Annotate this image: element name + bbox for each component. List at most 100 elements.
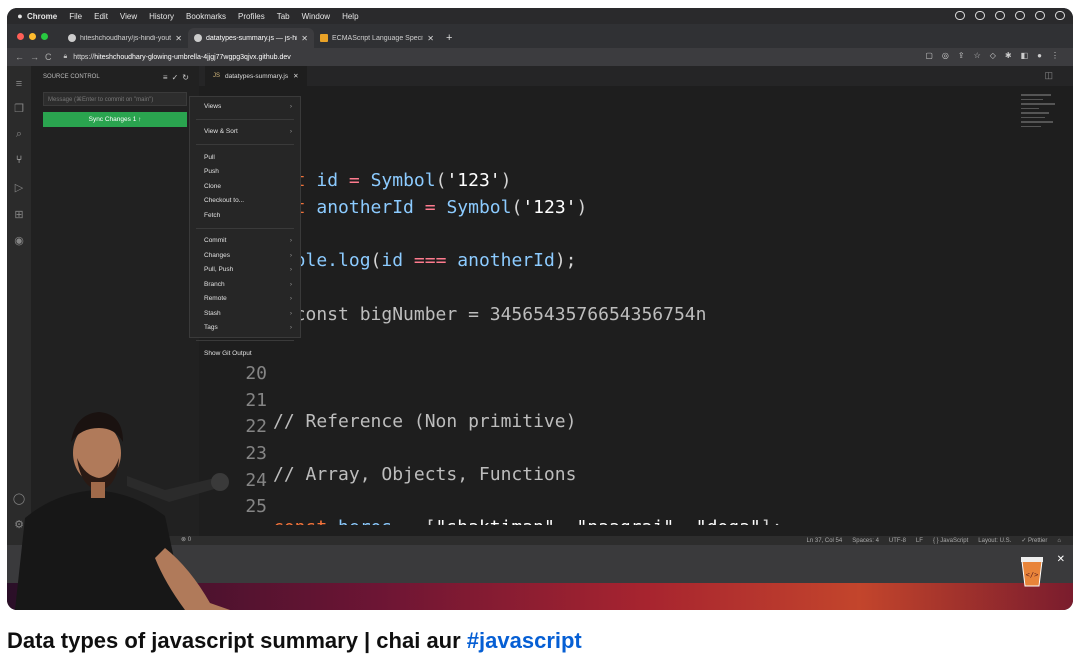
menu-item-pull-push[interactable]: Pull, Push › (190, 263, 300, 278)
url-field[interactable]: https://hiteshchoudhary-glowing-umbrella… (73, 54, 291, 61)
menu-item-push[interactable]: Push (190, 165, 300, 180)
zoom-window-icon[interactable] (41, 33, 48, 40)
menu-window[interactable]: Window (302, 12, 330, 21)
sync-changes-button[interactable]: Sync Changes 1 ↑ (43, 112, 187, 127)
code-editor[interactable]: nst id = Symbol('123') nst anotherId = S… (199, 86, 1073, 525)
search-icon[interactable]: ⌕ (12, 128, 26, 142)
menu-chrome[interactable]: Chrome (27, 12, 57, 21)
tab-label: datatypes-summary.js — js-hin (206, 34, 298, 42)
status-icon[interactable] (975, 11, 985, 20)
run-debug-icon[interactable]: ▷ (12, 181, 26, 195)
profile-avatar[interactable]: ● (1037, 51, 1042, 60)
menu-label: Remote (204, 295, 227, 303)
indentation[interactable]: Spaces: 4 (852, 538, 879, 544)
language-mode[interactable]: { } JavaScript (933, 538, 968, 544)
bookmark-star-icon[interactable]: ☆ (974, 51, 981, 60)
menu-label: Tags (204, 324, 218, 332)
browser-tab[interactable]: hiteshchoudhary/js-hindi-yout ✕ (62, 28, 188, 48)
puzzle-icon[interactable]: ✱ (1005, 51, 1012, 60)
line-ending[interactable]: LF (916, 538, 923, 544)
notifications-icon[interactable]: ⌂ (1057, 538, 1061, 544)
cursor-position[interactable]: Ln 37, Col 54 (807, 538, 843, 544)
navigation-buttons[interactable]: ←→C (15, 52, 58, 62)
code-text: // Array, Objects, Functions (273, 464, 577, 485)
extension-icon[interactable]: ▢ (925, 51, 933, 60)
chai-cup-logo: </> (1021, 557, 1043, 587)
menu-icon[interactable]: ≡ (12, 78, 26, 92)
extensions-icon[interactable]: ⊞ (12, 208, 26, 222)
video-frame[interactable]: ● Chrome File Edit View History Bookmark… (7, 8, 1073, 610)
video-title-text: Data types of javascript summary | chai … (7, 628, 467, 653)
status-icon[interactable] (955, 11, 965, 20)
menu-help[interactable]: Help (342, 12, 358, 21)
menu-item-changes[interactable]: Changes › (190, 248, 300, 263)
prettier-status[interactable]: ✓ Prettier (1021, 537, 1047, 544)
menu-item-show-git-output[interactable]: Show Git Output (190, 346, 300, 361)
minimize-window-icon[interactable] (29, 33, 36, 40)
close-icon[interactable]: ✕ (1057, 554, 1065, 565)
javascript-file-icon: JS (213, 73, 221, 79)
share-icon[interactable]: ⇪ (958, 51, 965, 60)
chevron-right-icon: › (289, 251, 292, 259)
close-icon[interactable]: ✕ (293, 72, 298, 80)
chevron-right-icon: › (289, 280, 292, 288)
editor-tab[interactable]: JS datatypes-summary.js ✕ (205, 66, 307, 86)
menu-item-remote[interactable]: Remote › (190, 292, 300, 307)
hashtag-link[interactable]: #javascript (467, 628, 582, 653)
menu-file[interactable]: File (69, 12, 82, 21)
menu-item-views[interactable]: Views › (190, 99, 300, 114)
browser-tab-active[interactable]: datatypes-summary.js — js-hin ✕ (188, 28, 314, 48)
chevron-right-icon: › (289, 309, 292, 317)
more-icon[interactable]: ⋮ (1051, 51, 1059, 60)
extension-icon[interactable]: ◎ (942, 51, 949, 60)
window-controls (17, 33, 48, 40)
menu-item-checkout[interactable]: Checkout to... (190, 194, 300, 209)
commit-message-input[interactable]: Message (⌘Enter to commit on "main") (43, 92, 187, 106)
keyboard-layout[interactable]: Layout: U.S. (978, 538, 1011, 544)
menu-item-tags[interactable]: Tags › (190, 321, 300, 336)
github-icon[interactable]: ◉ (12, 234, 26, 248)
battery-icon[interactable] (1035, 11, 1045, 20)
encoding[interactable]: UTF-8 (889, 538, 906, 544)
split-editor-icon[interactable]: ◫ (1044, 70, 1053, 81)
menu-bookmarks[interactable]: Bookmarks (186, 12, 226, 21)
menu-profiles[interactable]: Profiles (238, 12, 265, 21)
close-window-icon[interactable] (17, 33, 24, 40)
menu-item-clone[interactable]: Clone (190, 179, 300, 194)
minimap[interactable] (1021, 94, 1061, 154)
menu-item-branch[interactable]: Branch › (190, 277, 300, 292)
close-tab-icon[interactable]: ✕ (175, 34, 182, 43)
editor-tab-bar: JS datatypes-summary.js ✕ ◫ (199, 66, 1073, 86)
source-control-icon[interactable]: ⑂ (12, 154, 26, 168)
chevron-right-icon: › (289, 128, 292, 136)
explorer-icon[interactable]: ❐ (12, 102, 26, 116)
menu-item-fetch[interactable]: Fetch (190, 208, 300, 223)
close-tab-icon[interactable]: ✕ (301, 34, 308, 43)
browser-tab[interactable]: ECMAScript Language Specific ✕ (314, 28, 440, 48)
menu-edit[interactable]: Edit (94, 12, 108, 21)
menu-history[interactable]: History (149, 12, 174, 21)
new-tab-button[interactable]: + (446, 32, 452, 44)
github-icon (194, 34, 202, 42)
control-center-icon[interactable] (1055, 11, 1065, 20)
wifi-icon[interactable] (1015, 11, 1025, 20)
menu-item-view-sort[interactable]: View & Sort › (190, 125, 300, 140)
menu-separator (196, 144, 294, 145)
menu-tab[interactable]: Tab (277, 12, 290, 21)
menu-item-commit[interactable]: Commit › (190, 234, 300, 249)
panel-actions[interactable]: ≡✓↻ (163, 73, 193, 82)
video-title[interactable]: Data types of javascript summary | chai … (7, 628, 582, 654)
menu-item-stash[interactable]: Stash › (190, 306, 300, 321)
code-text: nst id = Symbol('123') (273, 170, 512, 191)
menu-view[interactable]: View (120, 12, 137, 21)
menu-label: Commit (204, 237, 227, 245)
close-tab-icon[interactable]: ✕ (427, 34, 434, 43)
extension-icon[interactable]: ◇ (990, 51, 996, 60)
ecma-icon (320, 34, 328, 42)
sidepanel-icon[interactable]: ◧ (1021, 51, 1029, 60)
status-icon[interactable] (995, 11, 1005, 20)
lock-icon[interactable]: 🔒︎ (64, 53, 68, 61)
menu-item-pull[interactable]: Pull (190, 150, 300, 165)
apple-icon[interactable]: ● (13, 11, 27, 21)
code-text: nsole.log(id === anotherId); (273, 250, 577, 271)
